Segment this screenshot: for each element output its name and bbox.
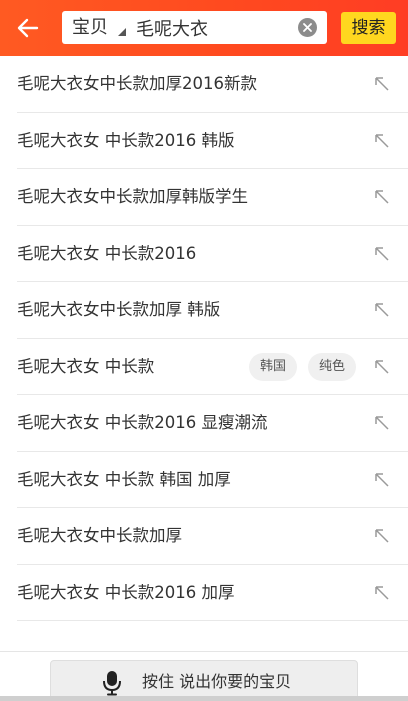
suggestion-item[interactable]: 毛呢大衣女 中长款2016 [17,226,408,282]
arrow-left-icon [17,18,39,38]
suggestion-item[interactable]: 毛呢大衣女 中长款 韩国 纯色 [17,339,408,395]
suggestion-item[interactable]: 毛呢大衣女中长款加厚 韩版 [17,282,408,339]
suggestion-text: 毛呢大衣女 中长款2016 加厚 [17,582,235,602]
suggestion-text: 毛呢大衣女 中长款2016 [17,243,197,263]
search-button[interactable]: 搜索 [341,12,396,44]
suggestion-item[interactable]: 毛呢大衣女 中长款 韩国 加厚 [17,452,408,508]
suggestion-text: 毛呢大衣女中长款加厚韩版学生 [17,187,248,206]
suggestion-tag[interactable]: 纯色 [308,352,357,381]
suggestion-text: 毛呢大衣女 中长款2016 韩版 [17,130,235,150]
suggestion-item[interactable]: 毛呢大衣女中长款加厚2016新款 [17,56,408,113]
voice-search-label: 按住 说出你要的宝贝 [142,672,292,691]
suggestion-text: 毛呢大衣女中长款加厚2016新款 [17,74,257,93]
back-button[interactable] [12,12,44,44]
fill-query-arrow-icon[interactable] [374,76,390,92]
suggestion-list: 毛呢大衣女中长款加厚2016新款 毛呢大衣女 中长款2016 韩版 毛呢大衣女中… [0,56,408,621]
fill-query-arrow-icon[interactable] [374,472,390,488]
fill-query-arrow-icon[interactable] [374,359,390,375]
fill-query-arrow-icon[interactable] [374,415,390,431]
bottom-edge [0,696,408,701]
fill-query-arrow-icon[interactable] [374,302,390,318]
suggestion-item[interactable]: 毛呢大衣女 中长款2016 显瘦潮流 [17,395,408,452]
suggestion-item[interactable]: 毛呢大衣女 中长款2016 加厚 [17,565,408,621]
microphone-icon [103,671,121,696]
top-bar: 宝贝 搜索 [0,0,408,56]
suggestion-text: 毛呢大衣女 中长款 [17,356,155,376]
suggestion-text: 毛呢大衣女中长款加厚 韩版 [17,300,221,319]
suggestion-tag[interactable]: 韩国 [249,352,298,381]
search-input[interactable] [136,13,286,42]
suggestion-text: 毛呢大衣女中长款加厚 [17,526,182,545]
fill-query-arrow-icon[interactable] [374,528,390,544]
caret-icon [118,28,126,36]
suggestion-item[interactable]: 毛呢大衣女中长款加厚 [17,508,408,565]
fill-query-arrow-icon[interactable] [374,585,390,601]
search-box: 宝贝 [62,11,327,44]
clear-button[interactable] [298,18,317,37]
suggestion-item[interactable]: 毛呢大衣女 中长款2016 韩版 [17,113,408,169]
suggestion-text: 毛呢大衣女 中长款2016 显瘦潮流 [17,413,268,432]
suggestion-item[interactable]: 毛呢大衣女中长款加厚韩版学生 [17,169,408,226]
search-scope-selector[interactable]: 宝贝 [72,17,108,39]
fill-query-arrow-icon[interactable] [374,133,390,149]
suggestion-text: 毛呢大衣女 中长款 韩国 加厚 [17,469,231,489]
close-circle-icon [303,23,312,32]
fill-query-arrow-icon[interactable] [374,189,390,205]
fill-query-arrow-icon[interactable] [374,246,390,262]
voice-search-button[interactable]: 按住 说出你要的宝贝 [50,660,358,701]
voice-search-bar: 按住 说出你要的宝贝 [0,651,408,701]
